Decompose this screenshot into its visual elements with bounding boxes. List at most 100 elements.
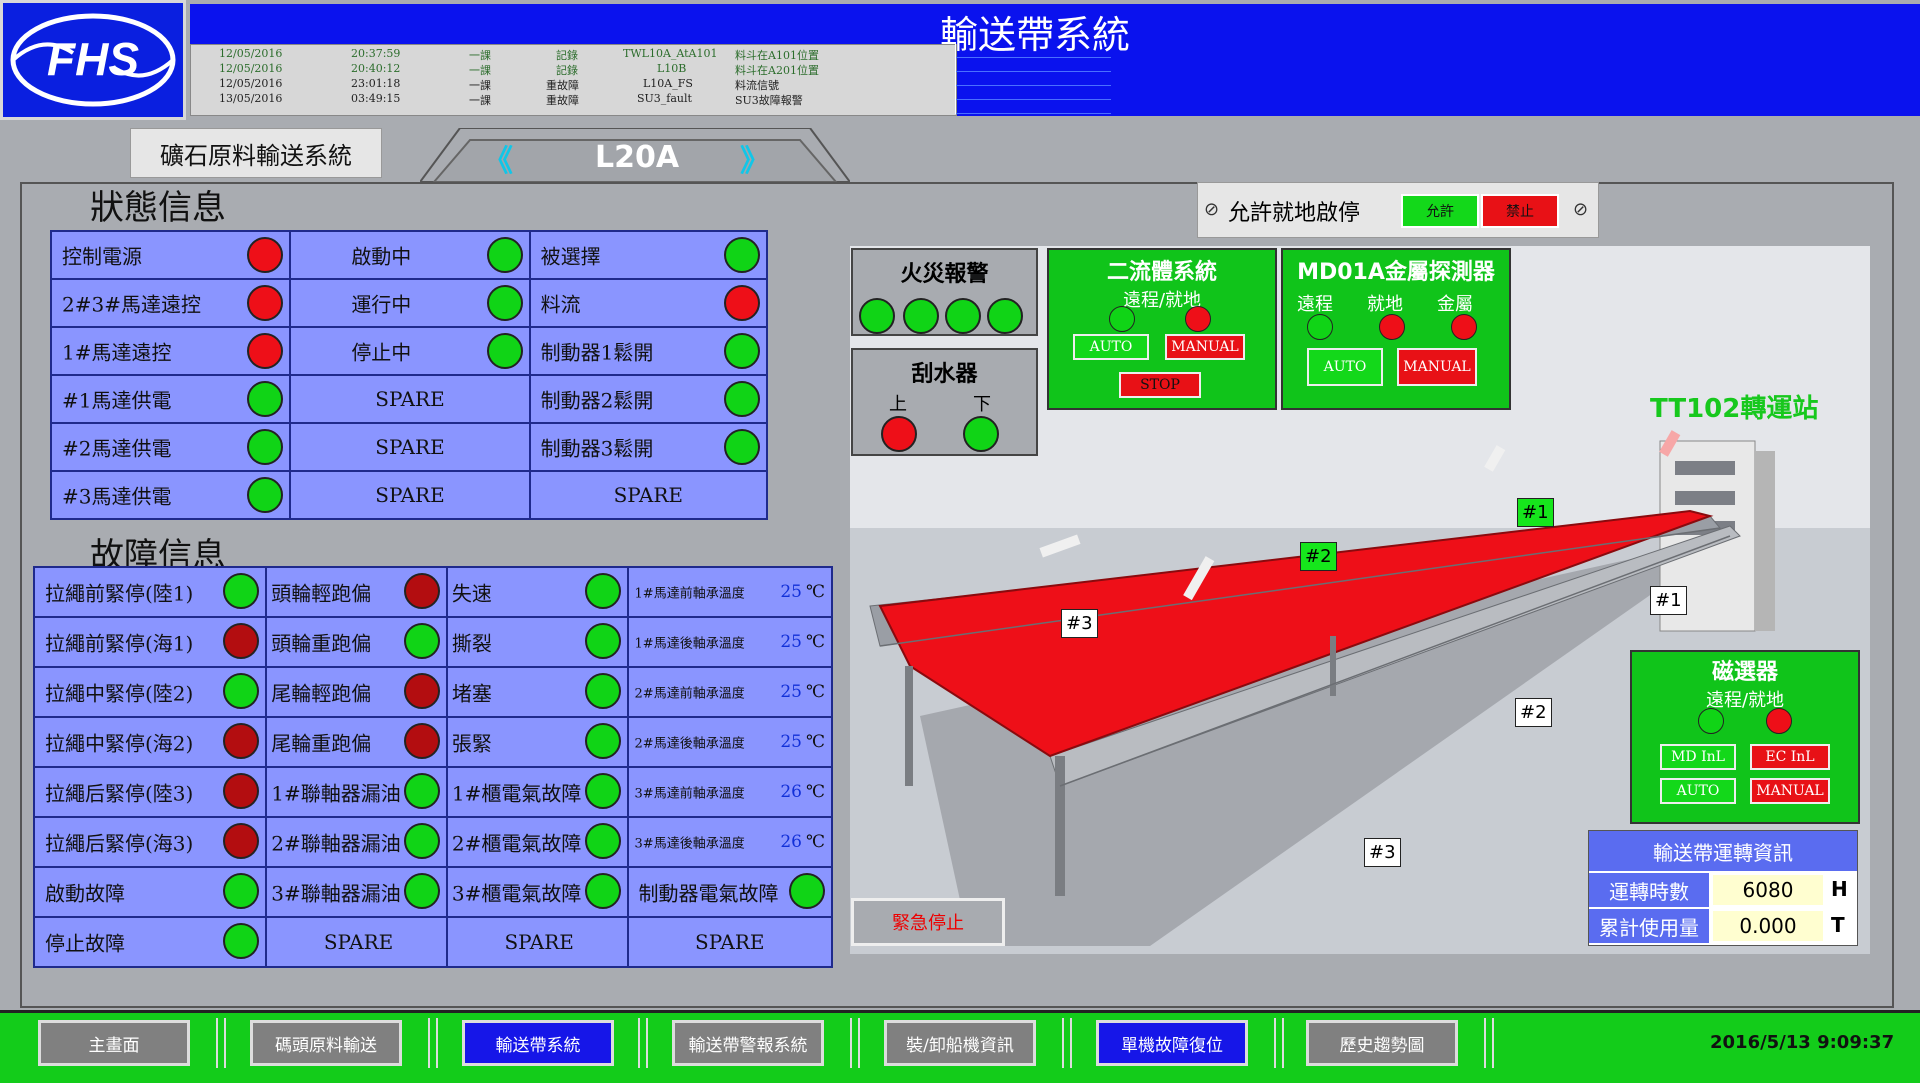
scraper-down-lamp: [963, 416, 999, 452]
magnet-manual-button[interactable]: MANUAL: [1750, 778, 1830, 804]
nav-history-trend[interactable]: 歷史趨勢圖: [1306, 1020, 1458, 1066]
alarm-desc: 料斗在A201位置: [735, 64, 819, 77]
temperature-number: 25: [780, 582, 802, 602]
ec-interlock-button[interactable]: EC InL: [1750, 744, 1830, 770]
fault-lamp: [223, 923, 260, 959]
status-lamp: [724, 237, 760, 273]
flow-system-mode-label: 遠程/就地: [1122, 290, 1202, 311]
fault-cell: 3#聯軸器漏油: [265, 866, 448, 918]
alarm-type: 重故障: [546, 79, 579, 92]
fault-row: 拉繩中緊停(海2) 尾輪重跑偏 張緊 2#馬達後軸承溫度 25 ℃: [32, 716, 834, 768]
fault-cell: 停止故障: [32, 916, 268, 968]
fault-lamp: [223, 673, 260, 709]
pulley-marker-3[interactable]: #3: [1364, 838, 1401, 867]
alarm-row[interactable]: 12/05/2016 20:37:59 一課 記錄 TWL10A_AtA101 …: [191, 47, 956, 62]
alarm-desc: 料流信號: [735, 79, 779, 92]
company-logo: FHS: [0, 0, 186, 120]
fault-label: 3#馬達後軸承溫度: [634, 836, 745, 852]
status-label: 被選擇: [540, 244, 601, 269]
fault-lamp: [223, 823, 260, 859]
fault-label: 3#櫃電氣故障: [451, 881, 582, 906]
deny-button[interactable]: 禁止: [1481, 194, 1559, 228]
alarm-row[interactable]: 12/05/2016 23:01:18 一課 重故障 L10A_FS 料流信號: [191, 77, 956, 92]
magnet-remote-lamp: [1698, 708, 1724, 734]
flow-auto-button[interactable]: AUTO: [1073, 334, 1149, 360]
md-interlock-button[interactable]: MD InL: [1660, 744, 1736, 770]
fault-cell: 撕裂: [445, 616, 629, 668]
alarm-row[interactable]: 12/05/2016 20:40:12 一課 記錄 L10B 料斗在A201位置: [191, 62, 956, 77]
pulley-marker-1[interactable]: #1: [1650, 586, 1687, 615]
status-row: #3馬達供電 SPARE SPARE: [49, 470, 769, 520]
fault-lamp: [584, 623, 621, 659]
next-line-icon[interactable]: 》: [740, 136, 770, 180]
status-cell: SPARE: [289, 374, 531, 424]
temperature-unit: ℃: [805, 682, 825, 702]
fault-cell: 3#櫃電氣故障: [445, 866, 629, 918]
fault-lamp: [403, 873, 440, 909]
fault-lamp: [584, 823, 621, 859]
fault-cell: 頭輪輕跑偏: [265, 566, 448, 618]
logo-text: FHS: [47, 33, 139, 85]
sensor-marker-2[interactable]: #2: [1300, 542, 1337, 571]
fault-cell: 制動器電氣故障: [626, 866, 834, 918]
sensor-marker-1[interactable]: #1: [1517, 498, 1554, 527]
fire-alarm-lamp-1: [859, 298, 895, 334]
alarm-desc: SU3故障報警: [735, 94, 803, 107]
pulley-marker-2[interactable]: #2: [1515, 698, 1552, 727]
fault-label: 拉繩后緊停(陸3): [45, 781, 194, 806]
status-row: #2馬達供電 SPARE 制動器3鬆開: [49, 422, 769, 472]
magnet-auto-button[interactable]: AUTO: [1660, 778, 1736, 804]
magnet-mode-label: 遠程/就地: [1705, 690, 1785, 711]
disabled-icon: ⊘: [1204, 199, 1220, 220]
nav-conveyor-alarm[interactable]: 輸送帶警報系統: [672, 1020, 824, 1066]
fault-row: 拉繩后緊停(陸3) 1#聯軸器漏油 1#櫃電氣故障 3#馬達前軸承溫度 26 ℃: [32, 766, 834, 818]
temperature-unit: ℃: [805, 832, 825, 852]
status-row: #1馬達供電 SPARE 制動器2鬆開: [49, 374, 769, 424]
md-metal-lamp: [1451, 314, 1477, 340]
fault-lamp: [403, 773, 440, 809]
alarm-date: 12/05/2016: [219, 47, 283, 60]
fault-lamp: [403, 623, 440, 659]
alarm-tag: TWL10A_AtA101: [623, 47, 718, 60]
allow-button[interactable]: 允許: [1401, 194, 1479, 228]
status-label: SPARE: [613, 483, 684, 507]
status-lamp: [247, 237, 284, 273]
prev-line-icon[interactable]: 《: [483, 136, 513, 180]
alarm-list[interactable]: 12/05/2016 20:37:59 一課 記錄 TWL10A_AtA101 …: [190, 44, 957, 116]
alarm-row[interactable]: 13/05/2016 03:49:15 一課 重故障 SU3_fault SU3…: [191, 92, 956, 107]
nav-ship-loader-info[interactable]: 裝/卸船機資訊: [884, 1020, 1036, 1066]
status-title: 狀態信息: [90, 188, 226, 228]
fault-label: 頭輪輕跑偏: [271, 581, 372, 606]
status-label: 停止中: [351, 340, 412, 365]
status-cell: 制動器2鬆開: [528, 374, 769, 424]
wiper-marker-3[interactable]: #3: [1061, 609, 1098, 638]
nav-conveyor-system[interactable]: 輸送帶系統: [462, 1020, 614, 1066]
fault-cell: 拉繩中緊停(陸2): [32, 666, 268, 718]
nav-fault-reset[interactable]: 單機故障復位: [1096, 1020, 1248, 1066]
temperature-number: 26: [780, 832, 802, 852]
alarm-tag: L10B: [657, 62, 687, 75]
fault-label: 尾輪重跑偏: [271, 731, 372, 756]
nav-dock-material[interactable]: 碼頭原料輸送: [250, 1020, 402, 1066]
nav-separator: [1484, 1018, 1494, 1068]
fault-label: 拉繩前緊停(陸1): [45, 581, 194, 606]
md-remote-lamp: [1307, 314, 1333, 340]
md-auto-button[interactable]: AUTO: [1307, 348, 1383, 386]
status-cell: SPARE: [289, 422, 531, 472]
flow-stop-button[interactable]: STOP: [1119, 372, 1201, 398]
temperature-number: 25: [780, 632, 802, 652]
fault-cell: 1#馬達後軸承溫度 25 ℃: [626, 616, 834, 668]
md-manual-button[interactable]: MANUAL: [1397, 348, 1477, 386]
fault-lamp: [584, 723, 621, 759]
subsystem-button[interactable]: 礦石原料輸送系統: [130, 128, 382, 178]
temperature-number: 25: [780, 732, 802, 752]
nav-main-screen[interactable]: 主畫面: [38, 1020, 190, 1066]
fault-cell: 尾輪重跑偏: [265, 716, 448, 768]
status-row: 1#馬達遠控 停止中 制動器1鬆開: [49, 326, 769, 376]
fault-row: 停止故障 SPARE SPARE SPARE: [32, 916, 834, 968]
fault-cell: 拉繩前緊停(海1): [32, 616, 268, 668]
fault-cell: 2#聯軸器漏油: [265, 816, 448, 868]
local-start-stop-label: 允許就地啟停: [1228, 201, 1361, 226]
flow-manual-button[interactable]: MANUAL: [1165, 334, 1245, 360]
emergency-stop-button[interactable]: 緊急停止: [851, 898, 1005, 946]
